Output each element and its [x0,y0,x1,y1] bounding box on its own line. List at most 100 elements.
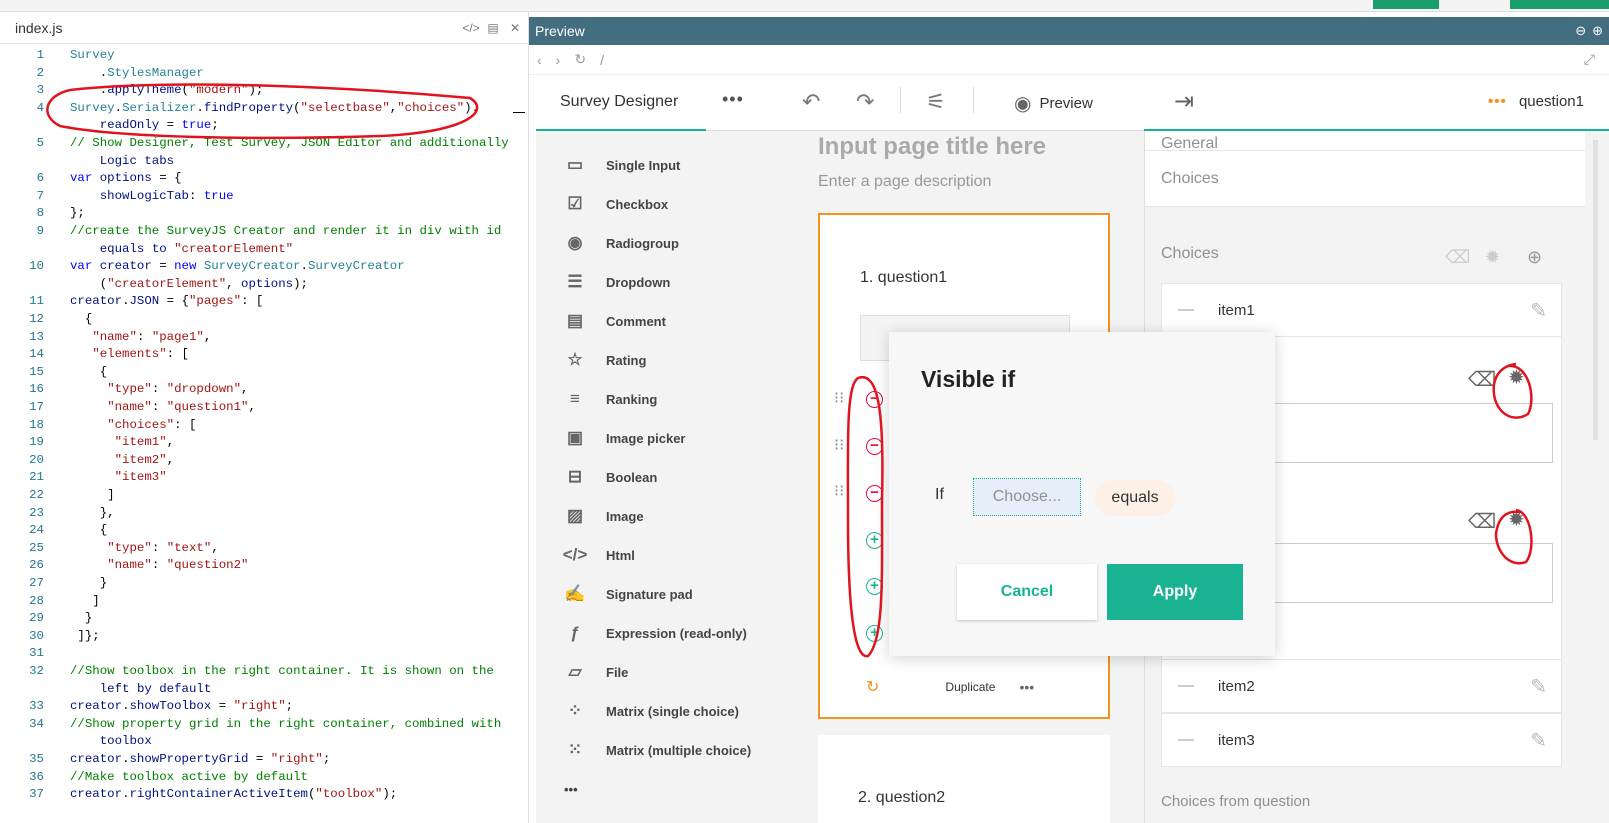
question1-title[interactable]: 1. question1 [860,269,947,287]
settings-sliders-icon[interactable]: ⚟ [926,89,946,115]
code-line[interactable]: creator.showPropertyGrid = "right"; [70,751,330,769]
code-area[interactable]: 1 Survey 2 .StylesManager 3 .applyTheme("mo… [0,45,529,823]
wizard-icon[interactable]: ✹ [1508,507,1525,532]
more-tabs-icon[interactable]: ••• [722,89,744,110]
code-line[interactable]: Logic tabs [70,153,174,171]
code-line[interactable]: //Show toolbox in the right container. I… [70,663,494,681]
code-line[interactable]: "type": "text", [70,540,219,558]
wizard-icon[interactable]: ✹ [1485,247,1500,268]
toolbox-item[interactable]: ☆ Rating [564,348,646,372]
duplicate-button[interactable]: Duplicate [945,680,995,694]
edit-pencil-icon[interactable]: ✎ [1530,674,1547,699]
code-line[interactable]: //create the SurveyJS Creator and render… [70,223,501,241]
toolbox-item[interactable]: ⁘ Matrix (single choice) [564,699,739,723]
toolbox-item[interactable]: ⁙ Matrix (multiple choice) [564,738,751,762]
forward-icon[interactable]: › [556,52,561,68]
fullscreen-icon[interactable]: ⤢ [1584,51,1595,68]
drag-handle-icon[interactable]: ⁝⁝ [834,438,844,454]
drag-handle-icon[interactable] [1178,739,1194,741]
toolbox-item[interactable]: ✍ Signature pad [564,582,692,606]
choice-item[interactable]: item1 ✎ [1161,283,1562,337]
top-action-button-2[interactable] [1510,0,1609,9]
remove-choice-icon[interactable]: − [866,438,883,455]
section-choices[interactable]: Choices [1145,151,1585,207]
toolbox-item[interactable]: ☑ Checkbox [564,192,668,216]
code-line[interactable]: creator.rightContainerActiveItem("toolbo… [70,786,397,804]
top-action-button[interactable] [1373,0,1439,9]
code-line[interactable]: creator.showToolbox = "right"; [70,698,293,716]
zoom-out-icon[interactable]: ⊖ [1575,23,1586,39]
drag-handle-icon[interactable]: ⁝⁝ [834,391,844,407]
code-line[interactable]: .applyTheme("modern"); [70,82,264,100]
zoom-in-icon[interactable]: ⊕ [1592,23,1603,39]
choice-item-label[interactable]: item2 [1218,678,1255,695]
toolbox-item[interactable]: ⊟ Boolean [564,465,657,489]
close-icon[interactable]: ✕ [506,21,524,35]
code-line[interactable]: "item2", [70,452,175,470]
property-grid-scrollbar[interactable] [1593,140,1598,440]
page-title[interactable]: Input page title here [818,133,1046,161]
code-line[interactable]: { [70,311,92,329]
collapse-panel-icon[interactable]: ⇥ [1174,87,1194,116]
clear-icon[interactable]: ⌫ [1445,247,1470,268]
code-line[interactable]: ("creatorElement", options); [70,276,308,294]
selected-object[interactable]: ••• question1 [1488,93,1584,110]
code-line[interactable]: //Make toolbox active by default [70,769,308,787]
code-line[interactable]: equals to "creatorElement" [70,241,293,259]
code-line[interactable]: "choices": [ [70,417,196,435]
toolbox-item[interactable]: </> Html [563,543,635,567]
code-line[interactable]: ] [70,593,99,611]
toolbox-item[interactable]: ▨ Image [564,504,644,528]
edit-pencil-icon[interactable]: ✎ [1530,298,1547,323]
add-choice-icon[interactable]: + [866,625,883,642]
toolbox-item[interactable]: ƒ Expression (read-only) [564,621,747,645]
reload-icon[interactable]: ↻ [574,51,586,68]
book-icon[interactable]: ▤ [484,21,502,35]
drag-handle-icon[interactable] [1178,309,1194,311]
code-line[interactable]: // Show Designer, Test Survey, JSON Edit… [70,135,509,153]
drag-handle-icon[interactable]: ⁝⁝ [834,484,844,500]
code-line[interactable]: { [70,364,107,382]
change-type-icon[interactable]: ↻ [866,677,879,697]
code-line[interactable]: "name": "question2" [70,557,248,575]
clear-icon[interactable]: ⌫ [1468,367,1496,392]
choice-item-label[interactable]: item1 [1218,302,1255,319]
cancel-button[interactable]: Cancel [957,564,1097,620]
code-line[interactable]: var creator = new SurveyCreator.SurveyCr… [70,258,405,276]
toolbox-more-icon[interactable]: ••• [564,777,578,801]
operator-chooser[interactable]: equals [1095,480,1175,516]
code-line[interactable]: showLogicTab: true [70,188,234,206]
page-description[interactable]: Enter a page description [818,173,991,191]
toolbox-item[interactable]: ▭ Single Input [564,153,680,177]
toolbox-item[interactable]: ≡ Ranking [564,387,657,411]
toolbox-item[interactable]: ▣ Image picker [564,426,686,450]
question-chooser[interactable]: Choose... [973,478,1081,516]
code-line[interactable]: "item1", [70,434,175,452]
remove-choice-icon[interactable]: − [866,485,883,502]
code-line[interactable]: //Show property grid in the right contai… [70,716,501,734]
question2-card[interactable]: 2. question2 [818,735,1110,823]
toolbox-item[interactable]: ▤ Comment [564,309,666,333]
toolbox-item[interactable]: ☰ Dropdown [564,270,670,294]
toolbox-item[interactable]: ▱ File [564,660,628,684]
code-line[interactable]: { [70,522,107,540]
code-line[interactable]: .StylesManager [70,65,204,83]
code-line[interactable]: Survey [70,47,115,65]
code-line[interactable]: var options = { [70,170,182,188]
undo-icon[interactable]: ↶ [802,89,820,115]
code-line[interactable]: ] [70,487,114,505]
add-item-icon[interactable]: ⊕ [1527,247,1542,268]
apply-button[interactable]: Apply [1107,564,1243,620]
code-line[interactable]: left by default [70,681,212,699]
wizard-icon[interactable]: ✹ [1508,365,1525,390]
clear-icon[interactable]: ⌫ [1468,509,1496,534]
code-line[interactable]: readOnly = true; [70,117,219,135]
redo-icon[interactable]: ↷ [856,89,874,115]
code-line[interactable]: } [70,610,92,628]
section-general[interactable]: General [1145,131,1585,151]
question2-title[interactable]: 2. question2 [858,789,945,807]
back-icon[interactable]: ‹ [537,52,542,68]
object-menu-icon[interactable]: ••• [1488,93,1507,110]
code-line[interactable]: "name": "page1", [70,329,211,347]
choice-item-label[interactable]: item3 [1218,732,1255,749]
